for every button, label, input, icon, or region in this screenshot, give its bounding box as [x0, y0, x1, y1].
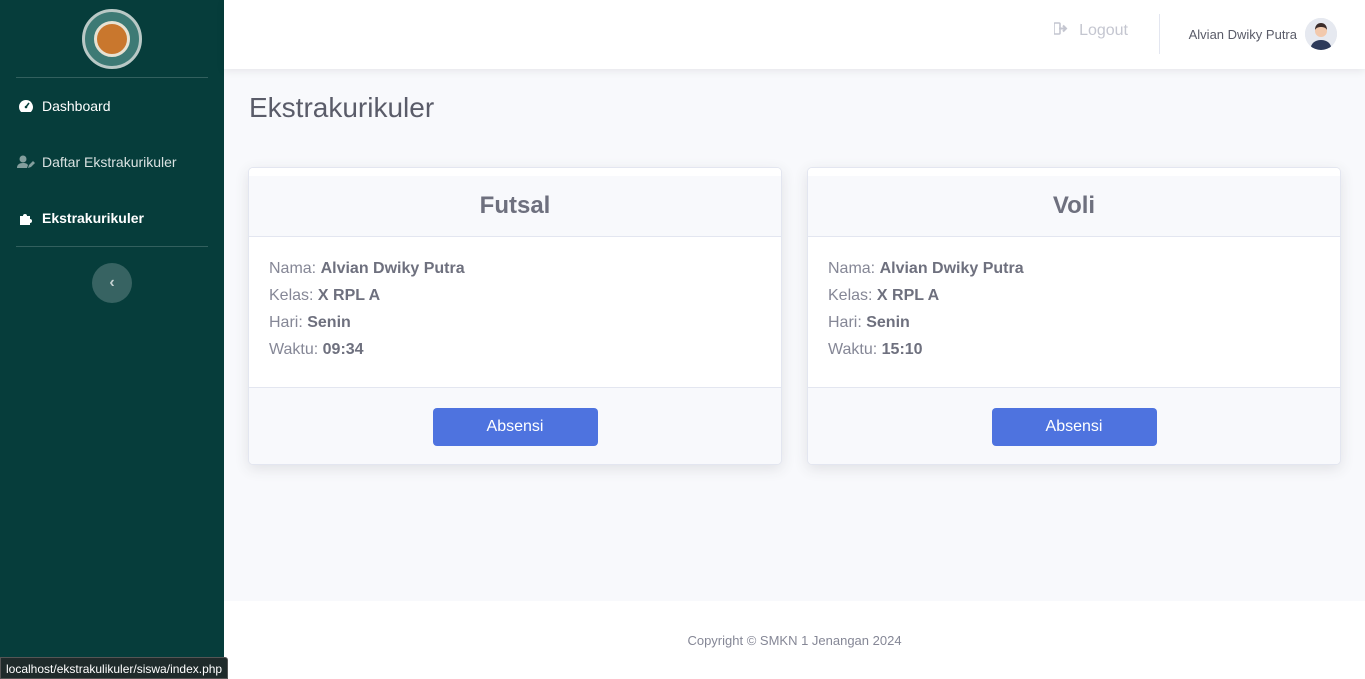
- user-edit-icon: [16, 155, 36, 169]
- sidebar-item-dashboard[interactable]: Dashboard: [0, 78, 224, 134]
- nama-label: Nama:: [828, 260, 876, 277]
- kelas-row: Kelas: X RPL A: [269, 282, 761, 309]
- hari-row: Hari: Senin: [828, 309, 1320, 336]
- hari-row: Hari: Senin: [269, 309, 761, 336]
- sidebar-item-label: Ekstrakurikuler: [42, 210, 144, 226]
- nama-row: Nama: Alvian Dwiky Putra: [828, 255, 1320, 282]
- sidebar-item-label: Dashboard: [42, 98, 111, 114]
- ekstrakurikuler-card: Voli Nama: Alvian Dwiky Putra Kelas: X R…: [807, 167, 1341, 465]
- kelas-value: X RPL A: [876, 287, 940, 304]
- hari-value: Senin: [866, 314, 910, 331]
- footer: Copyright © SMKN 1 Jenangan 2024: [224, 601, 1365, 679]
- kelas-value: X RPL A: [317, 287, 381, 304]
- waktu-label: Waktu:: [269, 341, 319, 358]
- card-footer: Absensi: [249, 387, 781, 464]
- waktu-row: Waktu: 15:10: [828, 336, 1320, 363]
- logout-button[interactable]: Logout: [1053, 22, 1128, 40]
- topbar-divider: [1159, 14, 1160, 54]
- card-body: Nama: Alvian Dwiky Putra Kelas: X RPL A …: [249, 237, 781, 387]
- absensi-button[interactable]: Absensi: [991, 408, 1157, 446]
- hari-value: Senin: [307, 314, 351, 331]
- brand[interactable]: [0, 0, 224, 77]
- kelas-row: Kelas: X RPL A: [828, 282, 1320, 309]
- waktu-label: Waktu:: [828, 341, 878, 358]
- copyright-text: Copyright © SMKN 1 Jenangan 2024: [687, 632, 902, 648]
- user-menu[interactable]: Alvian Dwiky Putra: [1189, 18, 1337, 50]
- topbar: Logout Alvian Dwiky Putra: [224, 0, 1365, 69]
- hari-label: Hari:: [269, 314, 303, 331]
- page-title: Ekstrakurikuler: [249, 92, 435, 123]
- avatar: [1305, 18, 1337, 50]
- card-footer: Absensi: [808, 387, 1340, 464]
- waktu-value: 15:10: [881, 341, 923, 358]
- hari-label: Hari:: [828, 314, 862, 331]
- sign-out-icon: [1053, 22, 1069, 40]
- waktu-row: Waktu: 09:34: [269, 336, 761, 363]
- chevron-left-icon: ‹: [109, 274, 115, 291]
- nama-label: Nama:: [269, 260, 317, 277]
- card-body: Nama: Alvian Dwiky Putra Kelas: X RPL A …: [808, 237, 1340, 387]
- sidebar-item-ekstrakurikuler[interactable]: Ekstrakurikuler: [0, 190, 224, 246]
- sidebar-item-daftar-ekstrakurikuler[interactable]: Daftar Ekstrakurikuler: [0, 134, 224, 190]
- school-logo: [82, 8, 142, 69]
- sidebar-item-label: Daftar Ekstrakurikuler: [42, 154, 177, 170]
- puzzle-icon: [16, 210, 36, 226]
- logout-label: Logout: [1079, 22, 1128, 39]
- sidebar-divider: [16, 246, 208, 247]
- kelas-label: Kelas:: [828, 287, 873, 304]
- absensi-button[interactable]: Absensi: [432, 408, 598, 446]
- tachometer-icon: [16, 99, 36, 113]
- status-bar-url: localhost/ekstrakulikuler/siswa/index.ph…: [0, 657, 229, 679]
- sidebar-toggle-button[interactable]: ‹: [92, 263, 132, 303]
- nama-row: Nama: Alvian Dwiky Putra: [269, 255, 761, 282]
- ekstrakurikuler-card: Futsal Nama: Alvian Dwiky Putra Kelas: X…: [248, 167, 782, 465]
- sidebar: Dashboard Daftar Ekstrakurikuler Ekstrak…: [0, 0, 224, 679]
- card-title: Futsal: [249, 168, 781, 237]
- waktu-value: 09:34: [322, 341, 364, 358]
- nama-value: Alvian Dwiky Putra: [879, 260, 1024, 277]
- user-name: Alvian Dwiky Putra: [1188, 26, 1297, 42]
- nama-value: Alvian Dwiky Putra: [320, 260, 465, 277]
- card-title: Voli: [808, 168, 1340, 237]
- kelas-label: Kelas:: [269, 287, 314, 304]
